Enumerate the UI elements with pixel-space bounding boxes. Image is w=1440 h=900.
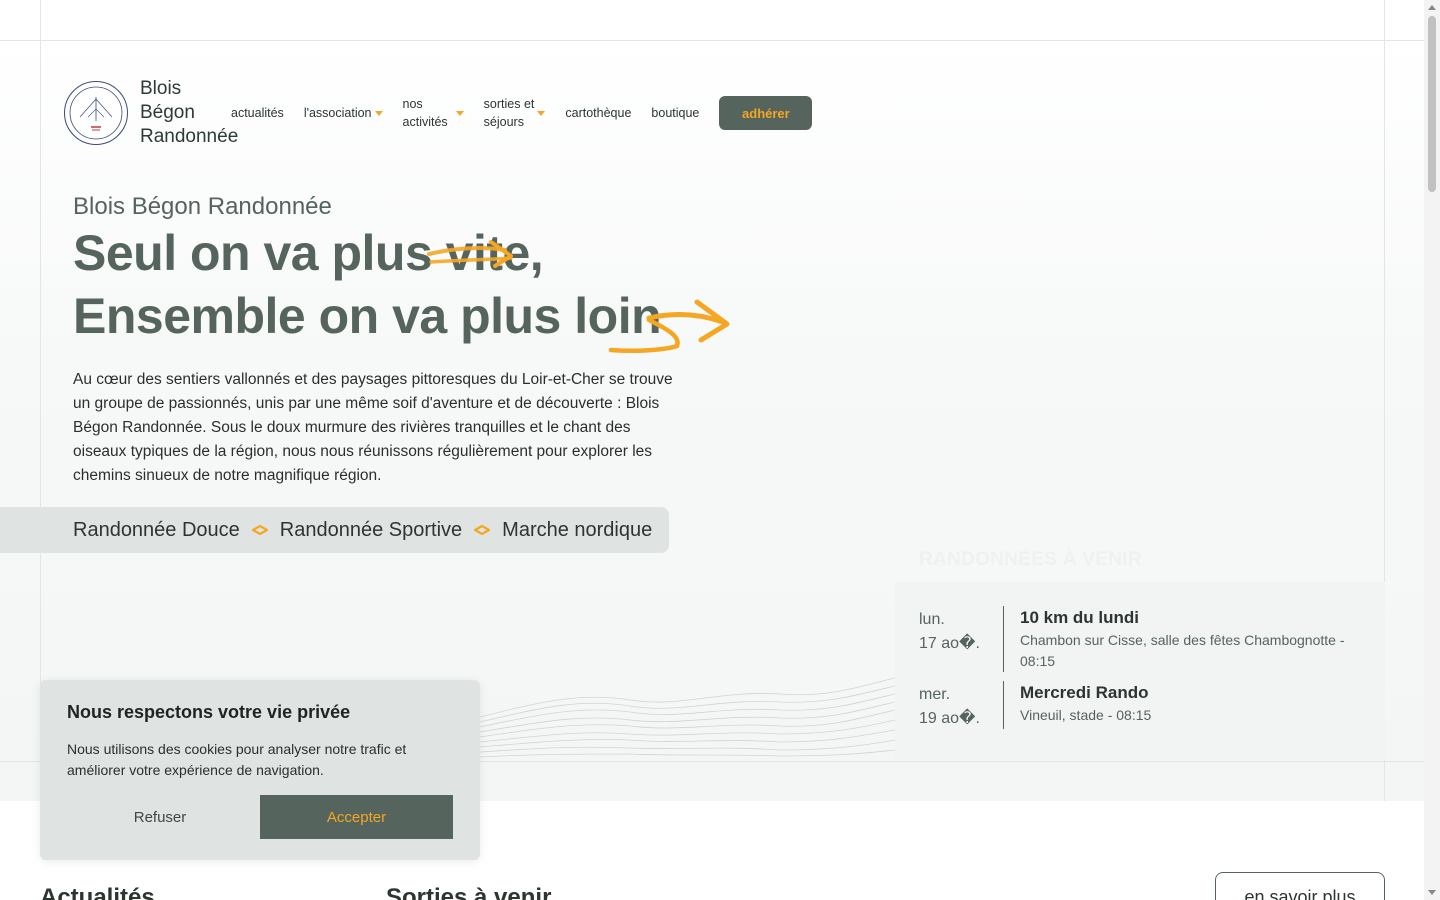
caret-down-icon bbox=[374, 110, 383, 116]
nav-label-multiline: nos activités bbox=[403, 95, 448, 131]
brush-arrow-small-icon bbox=[427, 240, 513, 268]
site-header: Blois Bégon Randonnée actualités l'assoc… bbox=[64, 77, 813, 149]
nav-label-line-2: séjours bbox=[483, 115, 524, 129]
nav-label-multiline: sorties et séjours bbox=[484, 95, 535, 131]
brand-line-1: Blois bbox=[140, 78, 182, 99]
hero-description: Au cœur des sentiers vallonnés et des pa… bbox=[73, 371, 673, 484]
brand-line-2: Bégon bbox=[140, 102, 195, 123]
scrollbar-thumb[interactable] bbox=[1428, 16, 1436, 192]
nav-label-line-2: activités bbox=[402, 115, 448, 129]
activity-type[interactable]: Randonnée Sportive bbox=[280, 519, 462, 542]
hike-name: Mercredi Rando bbox=[1020, 683, 1149, 702]
nav-label-line-1: nos bbox=[402, 97, 423, 111]
hero-subtitle: Blois Bégon Randonnée bbox=[73, 193, 332, 220]
diamond-separator-icon bbox=[474, 525, 491, 535]
nav-label: l'association bbox=[303, 106, 372, 120]
hiker-emblem-icon bbox=[69, 86, 123, 140]
hero-title-line-2: Ensemble on va plus loin bbox=[73, 288, 662, 344]
upcoming-hikes-panel: lun. 17 ao�. 10 km du lundi Chambon sur … bbox=[895, 582, 1385, 760]
nav-label: actualités bbox=[231, 106, 284, 120]
hike-date-value: 17 ao�. bbox=[919, 635, 980, 652]
cookie-title: Nous respectons votre vie privée bbox=[67, 702, 351, 722]
hike-name: 10 km du lundi bbox=[1020, 608, 1140, 627]
nav-item-boutique[interactable]: boutique bbox=[651, 104, 699, 122]
contour-lines-decoration bbox=[480, 677, 895, 758]
hike-info: 10 km du lundi Chambon sur Cisse, salle … bbox=[1004, 606, 1364, 672]
caret-down-icon bbox=[455, 110, 464, 116]
more-button[interactable]: en savoir plus bbox=[1215, 872, 1385, 900]
nav-label: boutique bbox=[651, 106, 700, 120]
cookie-banner: Nous respectons votre vie privée Nous ut… bbox=[40, 680, 480, 860]
hike-info: Mercredi Rando Vineuil, stade - 08:15 bbox=[1004, 681, 1364, 729]
hike-place: Chambon sur Cisse, salle des fêtes Chamb… bbox=[1020, 632, 1345, 669]
nav-label: cartothèque bbox=[565, 106, 632, 120]
hike-place: Vineuil, stade - 08:15 bbox=[1020, 707, 1152, 723]
nav-item-sorties[interactable]: sorties et séjours bbox=[484, 95, 546, 131]
cookie-buttons: Refuser Accepter bbox=[67, 795, 453, 839]
site-logo[interactable] bbox=[64, 81, 128, 145]
outings-section-title: Sorties à venir bbox=[386, 884, 552, 900]
main-nav: actualités l'association nos activités s… bbox=[231, 95, 813, 131]
adherer-button[interactable]: adhérer bbox=[719, 96, 813, 130]
nav-item-cartotheque[interactable]: cartothèque bbox=[565, 104, 631, 122]
brand-name[interactable]: Blois Bégon Randonnée bbox=[140, 77, 239, 149]
hike-day: lun. bbox=[919, 611, 945, 628]
activity-type[interactable]: Marche nordique bbox=[502, 519, 652, 542]
nav-label-line-1: sorties et bbox=[483, 97, 535, 111]
upcoming-title: RANDONNÉES À VENIR bbox=[919, 549, 1142, 570]
frame-line-top bbox=[0, 40, 1424, 41]
page: Blois Bégon Randonnée actualités l'assoc… bbox=[0, 0, 1424, 900]
brand-line-3: Randonnée bbox=[140, 126, 239, 147]
caret-down-icon bbox=[537, 110, 546, 116]
hike-item[interactable]: mer. 19 ao�. Mercredi Rando Vineuil, sta… bbox=[919, 681, 1364, 729]
news-section-title: Actualités bbox=[40, 884, 155, 900]
cookie-text: Nous utilisons des cookies pour analyser… bbox=[67, 741, 407, 778]
hike-item[interactable]: lun. 17 ao�. 10 km du lundi Chambon sur … bbox=[919, 606, 1364, 672]
accept-button[interactable]: Accepter bbox=[260, 795, 453, 839]
refuse-button[interactable]: Refuser bbox=[67, 795, 253, 839]
nav-item-actualites[interactable]: actualités bbox=[231, 104, 284, 122]
diamond-separator-icon bbox=[251, 525, 268, 535]
scroll-down-icon[interactable] bbox=[1428, 890, 1436, 895]
activity-types-bar: Randonnée Douce Randonnée Sportive March… bbox=[0, 507, 669, 553]
brush-arrow-large-icon bbox=[608, 299, 730, 354]
hike-day: mer. bbox=[919, 686, 951, 703]
hike-date: lun. 17 ao�. bbox=[919, 606, 1004, 672]
hike-date-value: 19 ao�. bbox=[919, 710, 980, 727]
nav-item-association[interactable]: l'association bbox=[304, 104, 383, 122]
scroll-up-icon[interactable] bbox=[1428, 5, 1436, 10]
activity-type[interactable]: Randonnée Douce bbox=[73, 519, 240, 542]
page-scrollbar[interactable] bbox=[1424, 0, 1440, 900]
hike-date: mer. 19 ao�. bbox=[919, 681, 1004, 729]
nav-item-activites[interactable]: nos activités bbox=[403, 95, 464, 131]
